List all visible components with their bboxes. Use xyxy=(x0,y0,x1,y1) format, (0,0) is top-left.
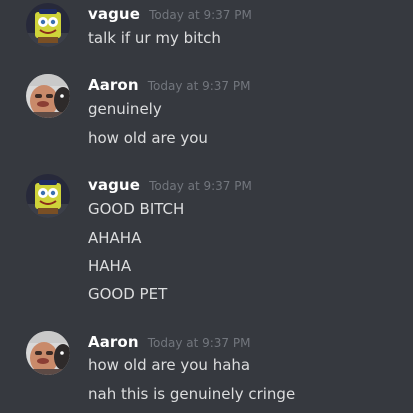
timestamp: Today at 9:37 PM xyxy=(147,336,251,350)
username[interactable]: vague xyxy=(88,176,140,194)
username[interactable]: vague xyxy=(88,5,140,23)
message-header: Aaron Today at 9:37 PM xyxy=(88,74,250,96)
spongebob-avatar[interactable] xyxy=(26,174,70,218)
chat-messages: vague Today at 9:37 PM talk if ur my bit… xyxy=(0,0,413,413)
message-header: vague Today at 9:37 PM xyxy=(88,174,252,196)
message-header: vague Today at 9:37 PM xyxy=(88,3,252,25)
message-header: Aaron Today at 9:37 PM xyxy=(88,331,250,353)
message-text: nah this is genuinely cringe xyxy=(88,385,296,403)
timestamp: Today at 9:37 PM xyxy=(149,8,252,22)
message-text: genuinely xyxy=(88,100,162,118)
username[interactable]: Aaron xyxy=(88,76,139,94)
message-text: GOOD PET xyxy=(88,285,168,303)
spongebob-avatar[interactable] xyxy=(26,3,70,47)
username[interactable]: Aaron xyxy=(88,333,139,351)
man-with-dog-avatar[interactable] xyxy=(26,74,70,118)
message-text: how old are you haha xyxy=(88,356,251,374)
message-text: talk if ur my bitch xyxy=(88,29,221,47)
man-with-dog-avatar[interactable] xyxy=(26,331,70,375)
message-text: HAHA xyxy=(88,257,132,275)
message-text: AHAHA xyxy=(88,229,142,247)
message-text: how old are you xyxy=(88,129,208,147)
message-text: GOOD BITCH xyxy=(88,200,185,218)
timestamp: Today at 9:37 PM xyxy=(149,179,252,193)
timestamp: Today at 9:37 PM xyxy=(147,79,251,93)
